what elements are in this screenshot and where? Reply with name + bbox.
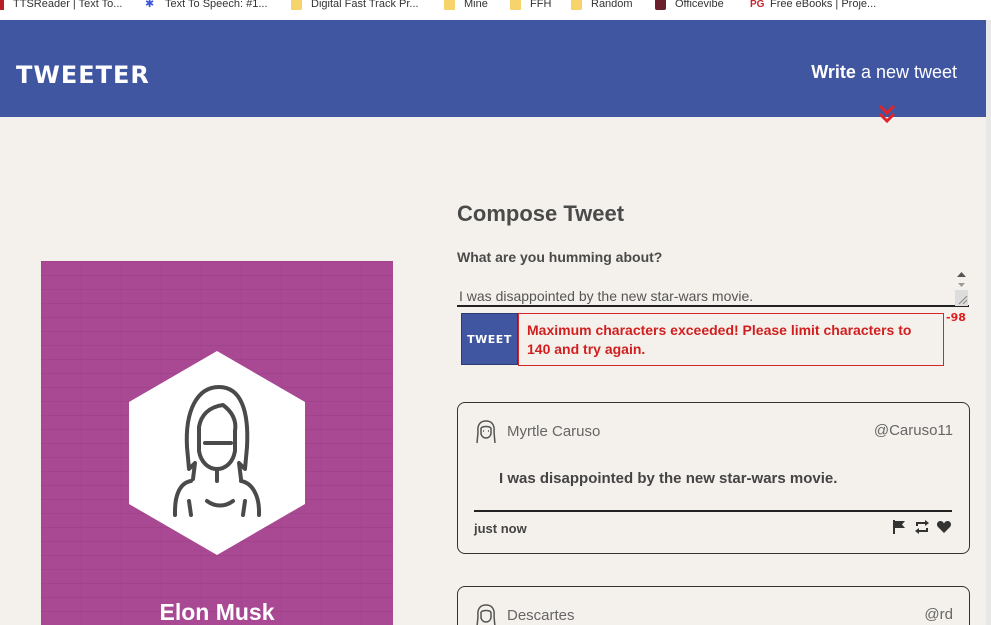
tweet-card: Descartes @rd xyxy=(457,586,970,625)
bookmark-free-ebooks[interactable]: PG Free eBooks | Proje... xyxy=(750,0,876,12)
tweet-content: I was disappointed by the new star-wars … xyxy=(499,470,838,487)
speech-icon: ✱ xyxy=(145,0,155,10)
tweet-author-handle: @rd xyxy=(924,606,953,623)
bookmark-text-to-speech[interactable]: ✱ Text To Speech: #1... xyxy=(145,0,268,12)
tweet-divider xyxy=(474,510,952,512)
profile-card: Elon Musk xyxy=(41,261,393,625)
compose-label: What are you humming about? xyxy=(457,249,663,265)
textarea-scroll-controls[interactable] xyxy=(955,270,968,306)
tweet-submit-button[interactable]: TWEET xyxy=(461,313,518,365)
tweet-actions xyxy=(892,519,952,535)
bookmark-ttsreader[interactable]: TTSReader | Text To... xyxy=(0,0,122,12)
bookmark-ffh[interactable]: FFH xyxy=(510,0,551,12)
user-avatar-icon xyxy=(476,604,496,625)
tweet-author-handle: @Caruso11 xyxy=(873,422,953,439)
folder-icon xyxy=(291,0,302,10)
bookmarks-bar: TTSReader | Text To... ✱ Text To Speech:… xyxy=(0,0,991,20)
bookmark-officevibe[interactable]: Officevibe xyxy=(655,0,724,12)
char-counter: -98 xyxy=(946,311,966,324)
profile-name: Elon Musk xyxy=(159,599,275,625)
tweet-card: Myrtle Caruso @Caruso11 I was disappoint… xyxy=(457,402,970,554)
tweet-author-name: Myrtle Caruso xyxy=(507,423,601,440)
tweet-textarea[interactable]: I was disappointed by the new star-wars … xyxy=(457,268,969,307)
bookmark-digital-fast-track[interactable]: Digital Fast Track Pr... xyxy=(291,0,419,12)
double-chevron-down-icon[interactable] xyxy=(878,104,896,124)
officevibe-icon xyxy=(655,0,666,10)
heart-icon[interactable] xyxy=(936,519,952,535)
bookmark-mine[interactable]: Mine xyxy=(444,0,488,12)
error-message: Maximum characters exceeded! Please limi… xyxy=(518,313,944,366)
folder-icon xyxy=(571,0,582,10)
bookmark-random[interactable]: Random xyxy=(571,0,633,12)
write-new-tweet-link[interactable]: Write a new tweet xyxy=(811,62,957,83)
tweet-author-name: Descartes xyxy=(507,607,575,624)
write-link-rest: a new tweet xyxy=(855,62,957,82)
retweet-icon[interactable] xyxy=(914,519,930,535)
gutenberg-icon: PG xyxy=(750,0,765,10)
ttsreader-icon xyxy=(0,0,4,10)
folder-icon xyxy=(510,0,521,10)
folder-icon xyxy=(444,0,455,10)
flag-icon[interactable] xyxy=(892,519,908,535)
site-header: TWEETER Write a new tweet xyxy=(0,20,986,124)
user-avatar-icon xyxy=(476,420,496,444)
profile-avatar xyxy=(129,351,305,555)
compose-title: Compose Tweet xyxy=(457,201,625,226)
page-scrollbar[interactable] xyxy=(986,20,991,625)
write-link-bold: Write xyxy=(811,62,856,82)
tweet-timestamp: just now xyxy=(474,521,527,536)
site-logo[interactable]: TWEETER xyxy=(16,60,150,90)
